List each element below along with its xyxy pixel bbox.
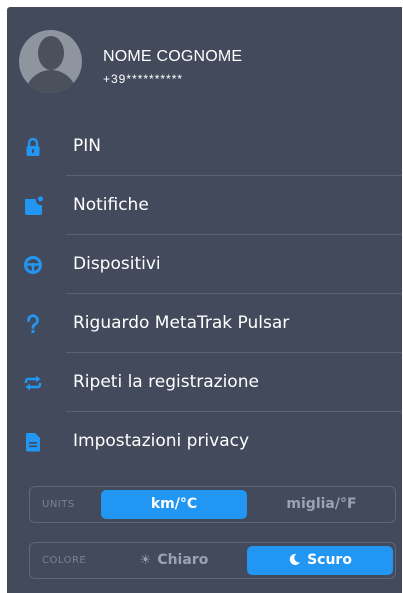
- theme-dark-option[interactable]: Scuro: [247, 546, 393, 575]
- sun-icon: ☀: [139, 553, 152, 568]
- question-icon: [27, 314, 39, 334]
- units-toggle: UNITS km/°C miglia/°F: [29, 486, 396, 523]
- side-menu-panel: NOME COGNOME +39********** PIN Notifiche: [7, 7, 402, 593]
- profile-header[interactable]: NOME COGNOME +39**********: [7, 7, 402, 117]
- units-miglia-option[interactable]: miglia/°F: [249, 490, 394, 519]
- menu-item-label: Impostazioni privacy: [73, 431, 250, 451]
- theme-light-option[interactable]: ☀ Chiaro: [101, 546, 247, 575]
- theme-toggle: COLORE ☀ Chiaro Scuro: [29, 542, 396, 579]
- menu-item-ripeti-registrazione[interactable]: Ripeti la registrazione: [7, 353, 402, 412]
- profile-phone: +39**********: [103, 72, 184, 86]
- settings-menu: PIN Notifiche Dispositivi Riguardo MetaT…: [7, 117, 402, 471]
- repeat-icon: [24, 375, 42, 391]
- profile-name: NOME COGNOME: [103, 48, 243, 65]
- menu-item-label: PIN: [73, 136, 101, 156]
- menu-item-label: Dispositivi: [73, 254, 161, 274]
- units-km-option[interactable]: km/°C: [101, 490, 247, 519]
- notification-icon: [25, 196, 43, 215]
- menu-item-pin[interactable]: PIN: [7, 117, 402, 176]
- units-tag: UNITS: [42, 499, 75, 510]
- menu-item-riguardo[interactable]: Riguardo MetaTrak Pulsar: [7, 294, 402, 353]
- avatar: [19, 30, 82, 93]
- lock-icon: [26, 137, 40, 156]
- menu-item-notifiche[interactable]: Notifiche: [7, 176, 402, 235]
- theme-dark-label: Scuro: [307, 552, 352, 568]
- theme-light-label: Chiaro: [157, 552, 209, 568]
- menu-item-privacy[interactable]: Impostazioni privacy: [7, 412, 402, 471]
- menu-item-label: Notifiche: [73, 195, 149, 215]
- document-icon: [26, 433, 40, 452]
- steering-wheel-icon: [24, 256, 42, 274]
- menu-item-label: Riguardo MetaTrak Pulsar: [73, 313, 290, 333]
- menu-item-dispositivi[interactable]: Dispositivi: [7, 235, 402, 294]
- colore-tag: COLORE: [42, 555, 87, 566]
- moon-icon: [289, 553, 301, 565]
- menu-item-label: Ripeti la registrazione: [73, 372, 259, 392]
